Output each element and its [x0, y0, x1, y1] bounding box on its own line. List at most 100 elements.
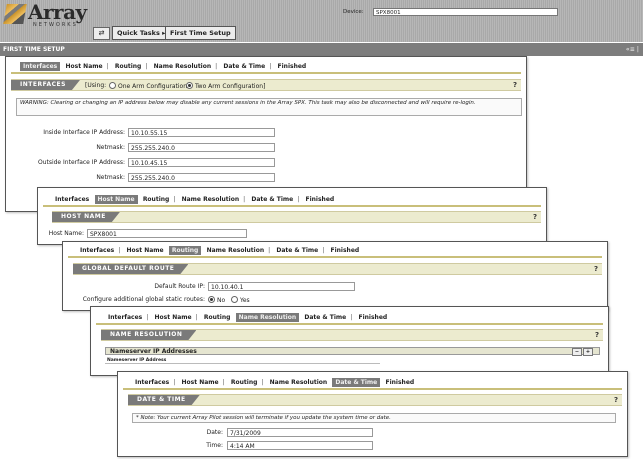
tab-underline	[68, 256, 602, 258]
host-name-panel: Interfaces Host Name Routing | Name Resol…	[37, 187, 547, 245]
date-label: Date:	[206, 429, 223, 436]
tab-date-time[interactable]: Date & Time	[220, 62, 268, 71]
tab-finished[interactable]: Finished	[275, 62, 310, 71]
help-icon[interactable]: ?	[594, 265, 598, 273]
tab-interfaces[interactable]: Interfaces	[20, 62, 61, 71]
outside-netmask-label: Netmask:	[96, 174, 125, 181]
default-route-label: Default Route IP:	[154, 283, 205, 290]
nameserver-list-title: Nameserver IP Addresses	[110, 348, 197, 355]
help-icon[interactable]: ?	[513, 81, 517, 89]
two-arm-radio[interactable]	[186, 82, 193, 89]
tab-routing[interactable]: Routing	[140, 195, 173, 204]
tab-interfaces[interactable]: Interfaces	[77, 246, 117, 255]
tab-host-name[interactable]: Host Name	[152, 313, 195, 322]
two-arm-option[interactable]: Two Arm Configuration]	[183, 82, 265, 90]
using-label: [Using:	[85, 82, 107, 89]
tab-routing[interactable]: Routing	[168, 246, 202, 255]
section-title: NAME RESOLUTION	[101, 330, 196, 340]
no-radio[interactable]	[208, 296, 215, 303]
section-title: DATE & TIME	[128, 395, 200, 405]
tab-date-time[interactable]: Date & Time	[332, 378, 381, 387]
static-routes-yes[interactable]: Yes	[228, 296, 250, 304]
one-arm-option[interactable]: One Arm Configuration	[106, 82, 187, 90]
tab-interfaces[interactable]: Interfaces	[105, 313, 145, 322]
help-icon[interactable]: ?	[614, 396, 618, 404]
tab-strip: Interfaces | Host Name Routing Name Resol…	[77, 246, 362, 256]
nameserver-list-controls: − +	[571, 348, 593, 356]
tab-interfaces[interactable]: Interfaces	[52, 195, 92, 204]
nameserver-column-header: Nameserver IP Address	[105, 357, 380, 364]
tab-underline	[11, 72, 521, 74]
tab-name-resolution[interactable]: Name Resolution	[151, 62, 215, 71]
time-label: Time:	[206, 442, 223, 449]
tab-interfaces[interactable]: Interfaces	[132, 378, 172, 387]
help-icon[interactable]: ?	[533, 213, 537, 221]
tab-host-name[interactable]: Host Name	[63, 62, 106, 71]
tab-strip: Interfaces | Host Name | Routing | Name Res…	[132, 378, 417, 388]
tab-strip: Interfaces | Host Name | Routing Name Reso…	[105, 313, 390, 323]
tab-host-name[interactable]: Host Name	[94, 195, 138, 204]
tab-host-name[interactable]: Host Name	[179, 378, 222, 387]
tab-underline	[96, 323, 603, 325]
section-banner: HOST NAME ?	[52, 211, 541, 223]
tab-routing[interactable]: Routing	[201, 313, 234, 322]
tab-name-resolution[interactable]: Name Resolution	[204, 246, 268, 255]
host-name-label: Host Name:	[48, 230, 84, 237]
tab-date-time[interactable]: Date & Time	[301, 313, 349, 322]
network-icon[interactable]: ⇄	[93, 27, 110, 40]
outside-netmask-input[interactable]: 255.255.240.0	[128, 173, 275, 182]
inside-ip-input[interactable]: 10.10.55.15	[128, 128, 275, 137]
outside-ip-input[interactable]: 10.10.45.15	[128, 158, 275, 167]
quick-tasks-button[interactable]: Quick Tasks ▸	[112, 26, 171, 40]
tab-name-resolution[interactable]: Name Resolution	[179, 195, 243, 204]
tab-strip: Interfaces Host Name | Routing | Name Reso…	[20, 62, 309, 72]
section-banner: GLOBAL DEFAULT ROUTE ?	[73, 263, 602, 275]
inside-netmask-label: Netmask:	[96, 144, 125, 151]
first-time-setup-button[interactable]: First Time Setup	[165, 26, 236, 40]
yes-radio[interactable]	[231, 296, 238, 303]
inside-netmask-input[interactable]: 255.255.240.0	[128, 143, 275, 152]
tab-routing[interactable]: Routing	[228, 378, 261, 387]
app-header: Array NETWORKS Device: SPX8001 ⇄ Quick T…	[0, 0, 643, 42]
nameserver-list-header: Nameserver IP Addresses − +	[105, 347, 600, 356]
logo-text: Array	[28, 0, 87, 24]
date-time-note: * Note: Your current Array Pilot session…	[132, 413, 616, 423]
section-title: GLOBAL DEFAULT ROUTE	[73, 264, 188, 274]
tab-date-time[interactable]: Date & Time	[248, 195, 296, 204]
tab-finished[interactable]: Finished	[303, 195, 338, 204]
array-logo-icon	[3, 4, 27, 24]
device-selector[interactable]: SPX8001	[373, 8, 558, 16]
routing-panel: Interfaces | Host Name Routing Name Resol…	[62, 241, 608, 311]
time-input[interactable]: 4:14 AM	[227, 441, 373, 450]
default-route-input[interactable]: 10.10.40.1	[208, 282, 355, 291]
section-banner: DATE & TIME ?	[128, 394, 622, 406]
tab-name-resolution[interactable]: Name Resolution	[235, 313, 300, 322]
logo-subtext: NETWORKS	[33, 22, 78, 28]
window-title: FIRST TIME SETUP	[3, 46, 65, 53]
add-nameserver-button[interactable]: +	[583, 348, 593, 356]
tab-strip: Interfaces Host Name Routing | Name Resol…	[52, 195, 337, 205]
tab-finished[interactable]: Finished	[383, 378, 418, 387]
static-routes-no[interactable]: No	[205, 296, 225, 304]
one-arm-radio[interactable]	[109, 82, 116, 89]
date-input[interactable]: 7/31/2009	[227, 428, 373, 437]
tab-date-time[interactable]: Date & Time	[273, 246, 321, 255]
section-banner: INTERFACES [Using: One Arm Configuration…	[11, 79, 521, 91]
remove-nameserver-button[interactable]: −	[572, 348, 582, 356]
section-banner: NAME RESOLUTION ?	[101, 329, 603, 341]
tab-underline	[123, 388, 622, 390]
collapse-icon[interactable]: «≡ |	[626, 43, 639, 56]
section-title: INTERFACES	[11, 80, 80, 90]
tab-host-name[interactable]: Host Name	[124, 246, 167, 255]
tab-finished[interactable]: Finished	[356, 313, 391, 322]
section-title: HOST NAME	[52, 212, 120, 222]
tab-name-resolution[interactable]: Name Resolution	[267, 378, 331, 387]
tab-finished[interactable]: Finished	[328, 246, 363, 255]
warning-message: WARNING: Clearing or changing an IP addr…	[16, 98, 522, 116]
inside-ip-label: Inside Interface IP Address:	[43, 129, 125, 136]
tab-routing[interactable]: Routing	[112, 62, 145, 71]
name-resolution-panel: Interfaces | Host Name | Routing Name Reso…	[90, 306, 609, 376]
host-name-input[interactable]: SPX8001	[87, 229, 247, 238]
help-icon[interactable]: ?	[595, 331, 599, 339]
device-label: Device:	[343, 9, 364, 15]
